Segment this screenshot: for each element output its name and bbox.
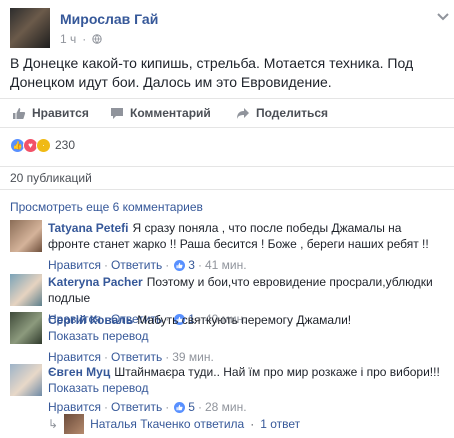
sep: · xyxy=(165,258,170,272)
sep: · xyxy=(103,350,108,364)
comment-like-link[interactable]: Нравится xyxy=(48,399,101,415)
thumbs-up-icon xyxy=(13,107,26,119)
thumbs-up-icon xyxy=(174,259,186,271)
globe-icon xyxy=(92,34,102,44)
comment-time[interactable]: 41 мин. xyxy=(205,257,247,273)
shares-count[interactable]: 20 публикаций xyxy=(0,166,454,190)
reply-count[interactable]: 1 ответ xyxy=(260,417,300,431)
post-text: В Донецке какой-то кипишь, стрельба. Мот… xyxy=(10,55,414,90)
commenter-avatar[interactable] xyxy=(10,312,42,344)
sad-reaction-icon: · xyxy=(36,137,51,153)
comment-time[interactable]: 28 мин. xyxy=(205,399,247,415)
comment-time[interactable]: 39 мин. xyxy=(172,349,214,365)
post-header: Мирослав Гай 1 ч · xyxy=(10,8,450,48)
reply-arrow-icon: ↳ xyxy=(48,417,59,431)
sep: · xyxy=(197,400,202,414)
replier-text[interactable]: Наталья Ткаченко ответила xyxy=(90,417,244,431)
post-actions: Нравится Комментарий Поделиться xyxy=(0,98,454,128)
sep: · xyxy=(103,258,108,272)
post-time[interactable]: 1 ч xyxy=(60,32,76,46)
reaction-count: 230 xyxy=(55,138,76,152)
comment-like-count[interactable]: 5 xyxy=(188,399,195,415)
commenter-avatar[interactable] xyxy=(10,274,42,306)
sep: · xyxy=(250,417,255,431)
commenter-name[interactable]: Євген Муц xyxy=(48,365,110,379)
comment-reply-link[interactable]: Ответить xyxy=(111,349,162,365)
commenter-name[interactable]: Сергій Коваль xyxy=(48,313,133,327)
comment-reply-link[interactable]: Ответить xyxy=(111,399,162,415)
author-avatar[interactable] xyxy=(10,8,50,48)
commenter-name[interactable]: Tatyana Petefi xyxy=(48,221,128,235)
view-more-comments[interactable]: Просмотреть еще 6 комментариев xyxy=(10,200,203,214)
share-label: Поделиться xyxy=(256,106,329,120)
comment-icon xyxy=(111,107,123,119)
show-translation-link[interactable]: Показать перевод xyxy=(48,380,444,396)
comment-actions: Нравится · Ответить · 3 · 41 мин. xyxy=(48,257,444,273)
chevron-down-icon[interactable] xyxy=(436,12,450,22)
comment-text: Штайнмаєра туди.. Най їм про мир розкаже… xyxy=(114,365,440,379)
share-icon xyxy=(237,107,249,119)
comment-body: Сергій Коваль Мабуть святкують перемогу Д… xyxy=(48,312,444,365)
like-button[interactable]: Нравится xyxy=(12,106,89,120)
comment-label: Комментарий xyxy=(130,106,211,120)
replier-avatar xyxy=(64,414,85,434)
comment-body: Tatyana Petefi Я сразу поняла , что после… xyxy=(48,220,444,273)
sep: · xyxy=(82,32,87,46)
show-translation-link[interactable]: Показать перевод xyxy=(48,328,444,344)
sep: · xyxy=(165,400,170,414)
comment-like-count[interactable]: 3 xyxy=(188,257,195,273)
comment-body: Євген Муц Штайнмаєра туди.. Най їм про ми… xyxy=(48,364,444,415)
share-button[interactable]: Поделиться xyxy=(236,106,328,120)
sep: · xyxy=(165,350,170,364)
comment-actions: Нравится · Ответить · 39 мин. xyxy=(48,349,444,365)
commenter-name[interactable]: Kateryna Pacher xyxy=(48,275,143,289)
author-name[interactable]: Мирослав Гай xyxy=(60,11,158,27)
post-meta: 1 ч · xyxy=(60,32,102,46)
comment-like-link[interactable]: Нравится xyxy=(48,349,101,365)
comment-actions: Нравится · Ответить · 5 · 28 мин. xyxy=(48,399,444,415)
reactions-summary[interactable]: 👍 ♥ · 230 xyxy=(0,132,454,158)
comment-like-link[interactable]: Нравится xyxy=(48,257,101,273)
replies-summary[interactable]: ↳ Наталья Ткаченко ответила · 1 ответ xyxy=(48,414,300,434)
comment-button[interactable]: Комментарий xyxy=(110,106,211,120)
sep: · xyxy=(197,258,202,272)
commenter-avatar[interactable] xyxy=(10,364,42,396)
commenter-avatar[interactable] xyxy=(10,220,42,252)
comment-text: Мабуть святкують перемогу Джамали! xyxy=(137,313,352,327)
comment-reply-link[interactable]: Ответить xyxy=(111,257,162,273)
like-label: Нравится xyxy=(32,106,89,120)
sep: · xyxy=(103,400,108,414)
thumbs-up-icon xyxy=(174,401,186,413)
